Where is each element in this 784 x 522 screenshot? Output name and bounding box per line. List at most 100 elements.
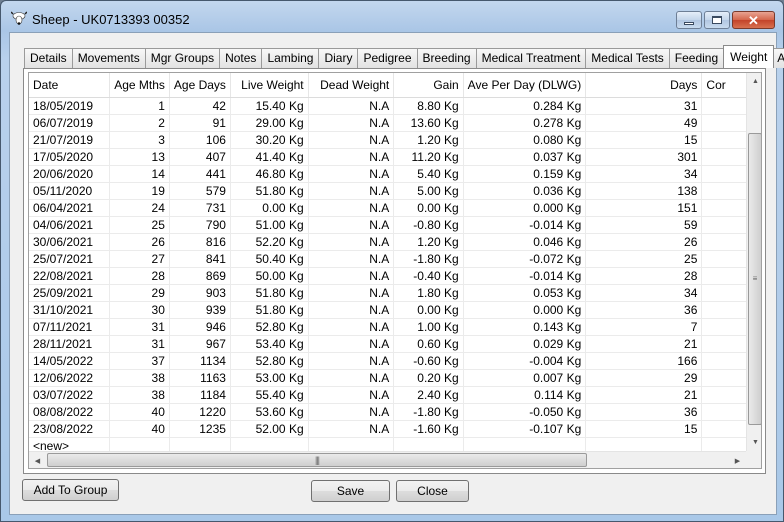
table-cell[interactable]: N.A — [308, 267, 395, 285]
table-cell[interactable]: 41.40 Kg — [230, 148, 309, 166]
table-cell[interactable]: 14 — [109, 165, 170, 183]
table-cell[interactable]: 20/06/2020 — [29, 165, 110, 183]
tab-medical-tests[interactable]: Medical Tests — [585, 48, 670, 68]
table-row[interactable]: 22/08/2021 28 869 50.00 Kg N.A -0.40 Kg -0.014… — [29, 267, 761, 285]
column-header-gain[interactable]: Gain — [393, 73, 464, 98]
table-cell[interactable]: N.A — [308, 165, 395, 183]
table-cell[interactable]: 04/06/2021 — [29, 216, 110, 234]
table-cell[interactable]: 1.20 Kg — [393, 131, 464, 149]
table-cell[interactable]: 30 — [109, 301, 170, 319]
column-header-age-mths[interactable]: Age Mths — [109, 73, 170, 98]
table-cell[interactable]: 0.284 Kg — [463, 97, 587, 115]
scroll-up-button[interactable]: ▲ — [747, 73, 761, 90]
table-cell[interactable]: 1 — [109, 97, 170, 115]
table-cell[interactable]: 38 — [109, 369, 170, 387]
table-cell[interactable]: 29 — [109, 284, 170, 302]
table-cell[interactable]: 08/08/2022 — [29, 403, 110, 421]
table-cell[interactable]: N.A — [308, 97, 395, 115]
table-cell[interactable]: N.A — [308, 352, 395, 370]
table-cell[interactable]: 579 — [169, 182, 231, 200]
table-cell[interactable]: 52.20 Kg — [230, 233, 309, 251]
close-dialog-button[interactable]: Close — [396, 480, 469, 502]
table-cell[interactable]: 36 — [585, 403, 703, 421]
table-cell[interactable]: 53.60 Kg — [230, 403, 309, 421]
table-row[interactable]: 28/11/2021 31 967 53.40 Kg N.A 0.60 Kg 0.029 K… — [29, 335, 761, 353]
horizontal-scrollbar[interactable]: ◀ ||| ▶ — [29, 451, 746, 468]
table-cell[interactable]: 25/07/2021 — [29, 250, 110, 268]
table-cell[interactable]: 29 — [585, 369, 703, 387]
table-cell[interactable]: -0.050 Kg — [463, 403, 587, 421]
table-cell[interactable]: 29.00 Kg — [230, 114, 309, 132]
table-cell[interactable]: 841 — [169, 250, 231, 268]
table-cell[interactable]: N.A — [308, 114, 395, 132]
title-bar[interactable]: Sheep - UK0713393 00352 ✕ — [1, 1, 783, 33]
table-cell[interactable]: 1163 — [169, 369, 231, 387]
table-cell[interactable]: 1184 — [169, 386, 231, 404]
table-cell[interactable]: 03/07/2022 — [29, 386, 110, 404]
table-cell[interactable]: 18/05/2019 — [29, 97, 110, 115]
table-cell[interactable]: 1134 — [169, 352, 231, 370]
table-cell[interactable]: 11.20 Kg — [393, 148, 464, 166]
table-cell[interactable]: 0.046 Kg — [463, 233, 587, 251]
table-cell[interactable]: 55.40 Kg — [230, 386, 309, 404]
add-to-group-button[interactable]: Add To Group — [22, 479, 119, 501]
table-cell[interactable]: 1.80 Kg — [393, 284, 464, 302]
table-cell[interactable]: 5.40 Kg — [393, 165, 464, 183]
table-cell[interactable]: 138 — [585, 182, 703, 200]
table-cell[interactable]: -0.80 Kg — [393, 216, 464, 234]
table-cell[interactable]: 13.60 Kg — [393, 114, 464, 132]
table-cell[interactable]: 28 — [585, 267, 703, 285]
column-header-age-days[interactable]: Age Days — [169, 73, 231, 98]
table-cell[interactable]: 24 — [109, 199, 170, 217]
tab-weight[interactable]: Weight — [723, 45, 775, 68]
table-cell[interactable]: N.A — [308, 403, 395, 421]
table-cell[interactable]: 967 — [169, 335, 231, 353]
table-cell[interactable]: 34 — [585, 284, 703, 302]
table-cell[interactable]: -1.80 Kg — [393, 250, 464, 268]
table-row[interactable]: 17/05/2020 13 407 41.40 Kg N.A 11.20 Kg 0.037 … — [29, 148, 761, 166]
table-cell[interactable]: 0.114 Kg — [463, 386, 587, 404]
table-cell[interactable]: 0.00 Kg — [393, 199, 464, 217]
table-cell[interactable]: 2.40 Kg — [393, 386, 464, 404]
table-cell[interactable]: 19 — [109, 182, 170, 200]
table-cell[interactable]: 946 — [169, 318, 231, 336]
table-cell[interactable]: 0.20 Kg — [393, 369, 464, 387]
table-cell[interactable]: 28/11/2021 — [29, 335, 110, 353]
table-row[interactable]: 08/08/2022 40 1220 53.60 Kg N.A -1.80 Kg -0.05… — [29, 403, 761, 421]
table-cell[interactable]: 0.053 Kg — [463, 284, 587, 302]
table-cell[interactable]: 17/05/2020 — [29, 148, 110, 166]
table-cell[interactable]: N.A — [308, 318, 395, 336]
table-cell[interactable]: 903 — [169, 284, 231, 302]
horizontal-scroll-thumb[interactable]: ||| — [47, 453, 587, 467]
column-header-dead-weight[interactable]: Dead Weight — [308, 73, 395, 98]
table-cell[interactable]: 06/04/2021 — [29, 199, 110, 217]
table-cell[interactable]: 31/10/2021 — [29, 301, 110, 319]
table-cell[interactable]: 14/05/2022 — [29, 352, 110, 370]
table-row[interactable]: 04/06/2021 25 790 51.00 Kg N.A -0.80 Kg -0.014… — [29, 216, 761, 234]
table-cell[interactable]: 0.143 Kg — [463, 318, 587, 336]
tab-movements[interactable]: Movements — [71, 48, 146, 68]
table-cell[interactable]: 52.80 Kg — [230, 318, 309, 336]
table-row[interactable]: 21/07/2019 3 106 30.20 Kg N.A 1.20 Kg 0.080 Kg… — [29, 131, 761, 149]
table-cell[interactable]: N.A — [308, 284, 395, 302]
tab-diary[interactable]: Diary — [318, 48, 359, 68]
table-cell[interactable]: N.A — [308, 301, 395, 319]
table-cell[interactable]: -0.014 Kg — [463, 267, 587, 285]
table-cell[interactable]: -1.80 Kg — [393, 403, 464, 421]
table-cell[interactable]: 50.00 Kg — [230, 267, 309, 285]
tab-breeding[interactable]: Breeding — [416, 48, 477, 68]
scroll-down-button[interactable]: ▼ — [747, 434, 761, 451]
table-cell[interactable]: 37 — [109, 352, 170, 370]
table-cell[interactable]: 28 — [109, 267, 170, 285]
column-header-days[interactable]: Days — [585, 73, 703, 98]
scroll-right-button[interactable]: ▶ — [729, 452, 746, 468]
table-cell[interactable]: 26 — [585, 233, 703, 251]
table-cell[interactable]: 27 — [109, 250, 170, 268]
table-cell[interactable]: 31 — [585, 97, 703, 115]
column-header-date[interactable]: Date — [29, 73, 110, 98]
table-cell[interactable]: 7 — [585, 318, 703, 336]
table-cell[interactable]: 22/08/2021 — [29, 267, 110, 285]
table-cell[interactable]: 15 — [585, 420, 703, 438]
column-header-ave-per-day-dlwg[interactable]: Ave Per Day (DLWG) — [463, 73, 587, 98]
table-row[interactable]: 03/07/2022 38 1184 55.40 Kg N.A 2.40 Kg 0.114 … — [29, 386, 761, 404]
